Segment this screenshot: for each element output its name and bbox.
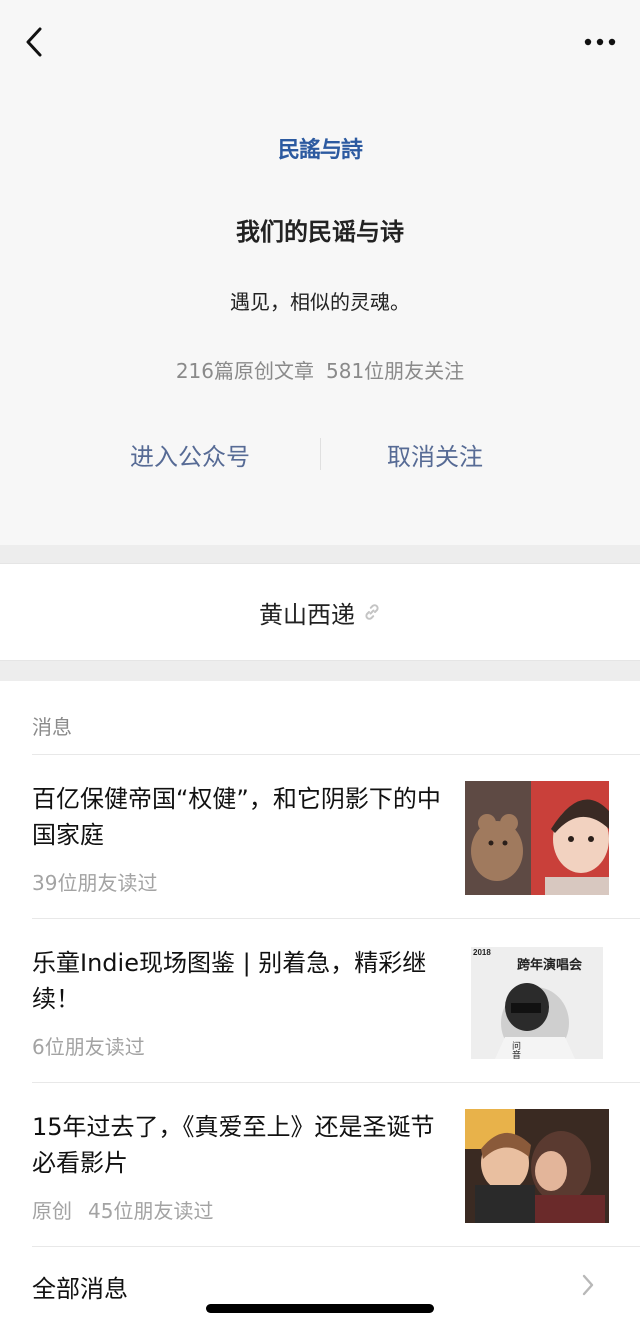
article-item[interactable]: 乐童Indie现场图鉴 | 别着急，精彩继续！ 6位朋友读过 2018 跨年演唱… — [0, 919, 640, 1082]
original-badge: 原创 — [32, 1199, 72, 1223]
all-messages-label: 全部消息 — [32, 1275, 128, 1303]
messages-section: 消息 百亿保健帝国“权健”，和它阴影下的中国家庭 39位朋友读过 乐童Indie… — [0, 681, 640, 1325]
chevron-left-icon — [26, 27, 42, 57]
home-indicator[interactable] — [206, 1304, 434, 1313]
article-count: 216篇原创文章 — [175, 359, 314, 383]
account-logo[interactable]: 民謠与詩 — [0, 126, 640, 170]
logo-text: 民謠与詩 — [277, 137, 363, 163]
poster-side-text: 问音哥 — [510, 1040, 521, 1059]
article-title: 百亿保健帝国“权健”，和它阴影下的中国家庭 — [32, 785, 441, 849]
article-title: 乐童Indie现场图鉴 | 别着急，精彩继续！ — [32, 949, 427, 1013]
poster-year: 2018 — [473, 948, 491, 957]
article-read-count: 45位朋友读过 — [88, 1199, 214, 1223]
messages-section-title: 消息 — [32, 715, 72, 739]
article-title: 15年过去了，《真爱至上》还是圣诞节必看影片 — [32, 1113, 435, 1177]
article-item[interactable]: 15年过去了，《真爱至上》还是圣诞节必看影片 原创 45位朋友读过 — [0, 1083, 640, 1246]
article-item[interactable]: 百亿保健帝国“权健”，和它阴影下的中国家庭 39位朋友读过 — [0, 755, 640, 918]
location-row[interactable]: 黄山西递 — [0, 563, 640, 661]
chevron-right-icon — [582, 1274, 594, 1296]
section-gap — [0, 545, 640, 563]
account-stats: 216篇原创文章 581位朋友关注 — [0, 355, 640, 384]
account-actions: 进入公众号 取消关注 — [0, 430, 640, 478]
account-name: 我们的民谣与诗 — [236, 218, 404, 246]
enter-account-button[interactable]: 进入公众号 — [90, 430, 290, 478]
more-dots-icon — [584, 38, 616, 46]
article-meta: 6位朋友读过 — [32, 1031, 145, 1060]
article-read-count: 6位朋友读过 — [32, 1035, 145, 1059]
link-icon — [363, 603, 381, 621]
unfollow-button[interactable]: 取消关注 — [335, 430, 535, 478]
poster-headline: 跨年演唱会 — [517, 957, 583, 973]
action-divider — [320, 438, 321, 470]
article-thumbnail: 2018 跨年演唱会 问音哥 — [465, 945, 609, 1059]
article-meta: 39位朋友读过 — [32, 867, 157, 896]
all-messages-row[interactable]: 全部消息 — [0, 1247, 640, 1325]
location-text: 黄山西递 — [259, 600, 355, 629]
account-description: 遇见，相似的灵魂。 — [230, 290, 410, 314]
article-thumbnail — [465, 781, 609, 895]
more-button[interactable] — [578, 22, 622, 62]
account-profile-header: 民謠与詩 我们的民谣与诗 遇见，相似的灵魂。 216篇原创文章 581位朋友关注 … — [0, 0, 640, 545]
article-meta: 原创 45位朋友读过 — [32, 1195, 213, 1224]
section-gap — [0, 661, 640, 681]
back-button[interactable] — [16, 22, 52, 62]
article-read-count: 39位朋友读过 — [32, 871, 158, 895]
follower-count: 581位朋友关注 — [326, 359, 465, 383]
article-thumbnail — [465, 1109, 609, 1223]
